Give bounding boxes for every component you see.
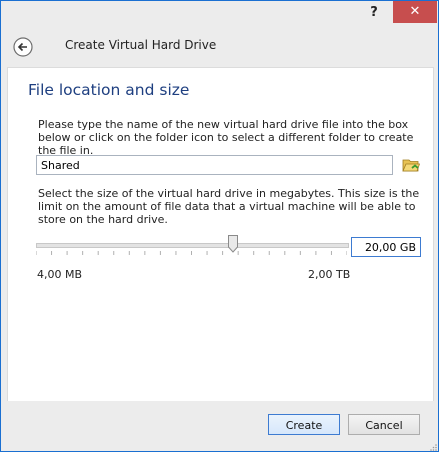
file-location-input[interactable] [36, 155, 393, 175]
size-description: Select the size of the virtual hard driv… [38, 187, 420, 226]
help-button[interactable]: ? [363, 3, 385, 23]
create-button[interactable]: Create [268, 414, 340, 435]
slider-ticks [36, 251, 347, 255]
page-title: File location and size [28, 81, 190, 99]
folder-icon[interactable] [402, 156, 420, 174]
slider-track[interactable] [36, 243, 349, 248]
close-button[interactable]: ✕ [393, 1, 437, 23]
wizard-header: Create Virtual Hard Drive [1, 27, 438, 65]
dialog-window: ? ✕ Create Virtual Hard Drive File locat… [0, 0, 439, 452]
slider-max-label: 2,00 TB [308, 268, 351, 281]
size-slider[interactable] [36, 235, 349, 259]
slider-thumb[interactable] [228, 235, 239, 253]
title-bar[interactable]: ? ✕ [1, 1, 438, 27]
back-arrow-icon[interactable] [13, 37, 33, 57]
file-location-description: Please type the name of the new virtual … [38, 118, 414, 157]
cancel-button[interactable]: Cancel [348, 414, 420, 435]
slider-min-label: 4,00 MB [37, 268, 83, 281]
resize-grip-icon[interactable] [429, 443, 437, 451]
size-input[interactable] [351, 237, 421, 257]
wizard-title: Create Virtual Hard Drive [65, 38, 217, 52]
